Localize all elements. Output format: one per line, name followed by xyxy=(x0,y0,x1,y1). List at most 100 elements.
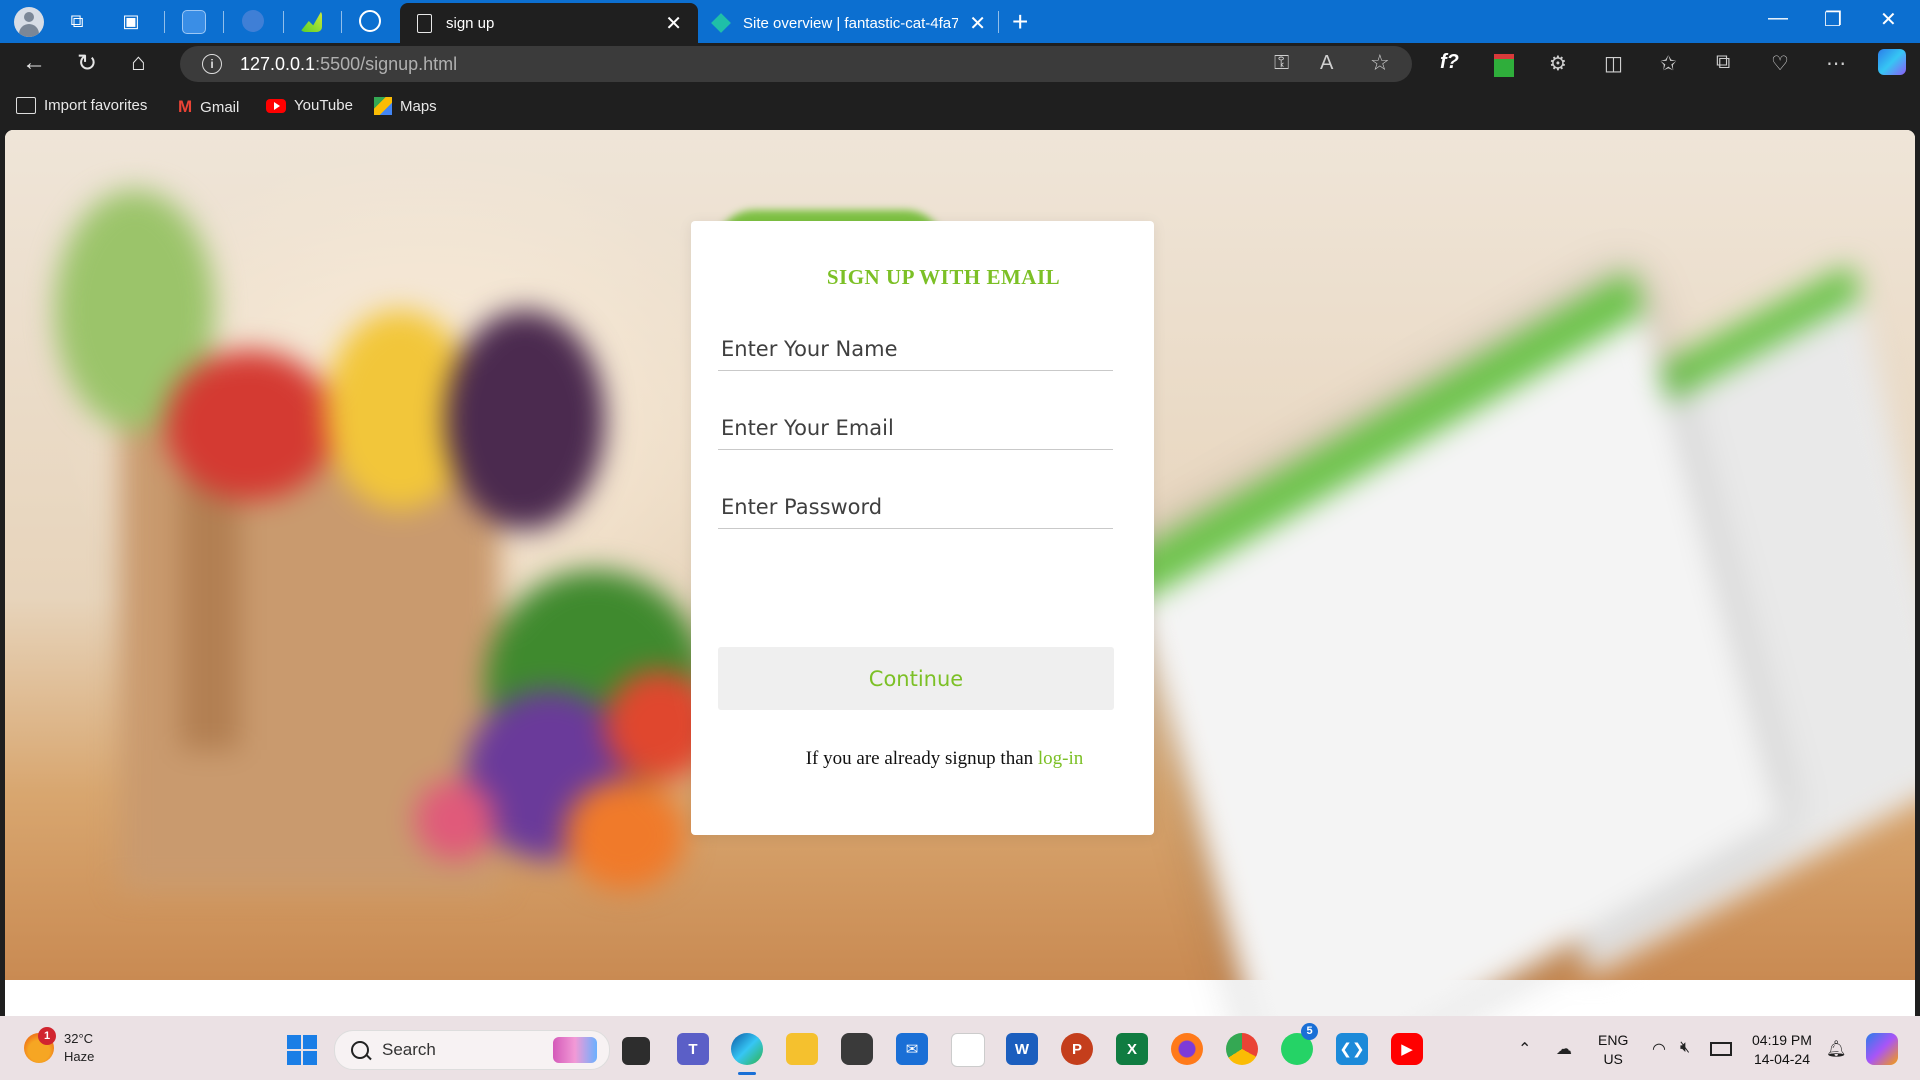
browser-title-bar: ⧉ ▣ sign up ✕ Site overview | fantastic-… xyxy=(0,0,1920,43)
pinned-tab-github-icon[interactable] xyxy=(359,10,381,32)
site-info-icon[interactable]: i xyxy=(202,54,222,74)
taskbar: 1 32°C Haze Search T ✉ W P X 5 ❮❯ ▶ ⌃ ☁ … xyxy=(0,1016,1920,1080)
divider xyxy=(998,11,999,33)
edge-icon[interactable] xyxy=(731,1033,763,1065)
minimize-icon[interactable]: — xyxy=(1768,7,1788,30)
signup-card: SIGN UP WITH EMAIL Continue If you are a… xyxy=(691,221,1154,835)
refresh-icon[interactable]: ↻ xyxy=(77,49,97,78)
gmail-icon: M xyxy=(178,97,193,116)
favorite-youtube[interactable]: YouTube xyxy=(266,97,353,114)
youtube-icon xyxy=(266,98,286,113)
browser-essentials-icon[interactable]: ♡ xyxy=(1771,51,1789,76)
pinned-tab-chart-icon[interactable] xyxy=(300,10,322,32)
read-aloud-icon[interactable]: A xyxy=(1320,52,1333,75)
notifications-bell-icon[interactable]: 🔔︎ xyxy=(1826,1039,1846,1059)
url-host: 127.0.0.1 xyxy=(240,53,316,74)
search-label: Search xyxy=(382,1040,436,1059)
clock-date: 14-04-24 xyxy=(1753,1051,1810,1067)
login-prompt: If you are already signup than log-in xyxy=(691,748,1154,770)
volume-muted-icon[interactable]: 🔇︎ xyxy=(1680,1039,1690,1057)
collections-icon[interactable]: ⧉ xyxy=(1716,51,1730,74)
slack-icon[interactable] xyxy=(951,1033,985,1067)
pinned-tab-m-icon[interactable] xyxy=(242,10,264,32)
divider xyxy=(223,11,224,33)
more-options-icon[interactable]: ⋯ xyxy=(1826,51,1846,76)
weather-widget[interactable]: 1 32°C Haze xyxy=(24,1027,94,1066)
password-input[interactable] xyxy=(718,485,1113,529)
back-icon[interactable]: ← xyxy=(22,49,46,77)
favorite-maps[interactable]: Maps xyxy=(374,97,437,115)
weather-badge: 1 xyxy=(38,1027,56,1045)
extensions-icon[interactable]: ⚙ xyxy=(1549,51,1567,76)
favorite-gmail[interactable]: M Gmail xyxy=(178,97,239,117)
search-highlight-image xyxy=(553,1037,597,1063)
active-app-indicator xyxy=(738,1072,756,1075)
show-hidden-icons[interactable]: ⌃ xyxy=(1518,1039,1531,1059)
battery-icon[interactable] xyxy=(1710,1042,1732,1056)
workspaces-icon[interactable]: ⧉ xyxy=(64,8,90,34)
name-input[interactable] xyxy=(718,327,1113,371)
address-bar[interactable]: i 127.0.0.1 :5500/signup.html ⚿ A ☆ xyxy=(180,46,1412,82)
start-windows-icon[interactable] xyxy=(287,1035,317,1065)
home-icon[interactable]: ⌂ xyxy=(131,49,146,77)
pinned-tab-icon-1[interactable] xyxy=(182,10,206,34)
page-viewport: SIGN UP WITH EMAIL Continue If you are a… xyxy=(5,130,1915,1016)
key-icon[interactable]: ⚿ xyxy=(1274,52,1289,75)
url-path: :5500/signup.html xyxy=(315,53,458,74)
calendar-extension-icon[interactable] xyxy=(1494,54,1514,77)
login-prompt-text: If you are already signup than xyxy=(805,748,1038,769)
favorites-icon[interactable]: ✩ xyxy=(1660,51,1677,76)
firefox-icon[interactable] xyxy=(1171,1033,1203,1065)
split-screen-icon[interactable]: ◫ xyxy=(1604,51,1623,76)
favorite-import[interactable]: Import favorites xyxy=(16,97,147,114)
tab-actions-icon[interactable]: ▣ xyxy=(118,8,144,34)
powerpoint-icon[interactable]: P xyxy=(1061,1033,1093,1065)
vscode-icon[interactable]: ❮❯ xyxy=(1336,1033,1368,1065)
camera-icon[interactable] xyxy=(841,1033,873,1065)
favorite-star-icon[interactable]: ☆ xyxy=(1370,50,1390,76)
netlify-icon xyxy=(711,13,731,33)
profile-avatar-icon[interactable] xyxy=(14,7,44,37)
teams-icon[interactable]: T xyxy=(677,1033,709,1065)
weather-temp: 32°C xyxy=(64,1031,94,1046)
email-input[interactable] xyxy=(718,406,1113,450)
language-indicator[interactable]: ENG US xyxy=(1598,1031,1628,1069)
divider xyxy=(164,11,165,33)
close-tab-icon[interactable]: ✕ xyxy=(665,11,682,36)
wifi-icon[interactable]: ◠ xyxy=(1652,1039,1666,1059)
system-clock[interactable]: 04:19 PM 14-04-24 xyxy=(1752,1031,1812,1069)
copilot-icon[interactable] xyxy=(1878,49,1906,75)
divider xyxy=(283,11,284,33)
login-link[interactable]: log-in xyxy=(1038,748,1083,769)
close-window-icon[interactable]: ✕ xyxy=(1880,7,1897,32)
word-icon[interactable]: W xyxy=(1006,1033,1038,1065)
signup-title: SIGN UP WITH EMAIL xyxy=(826,265,1061,289)
search-icon xyxy=(351,1041,369,1059)
formula-extension-icon[interactable]: f? xyxy=(1440,51,1459,74)
taskbar-search[interactable]: Search xyxy=(334,1030,610,1070)
favorite-label: YouTube xyxy=(294,97,353,114)
copilot-taskbar-icon[interactable] xyxy=(1866,1033,1898,1065)
continue-button[interactable]: Continue xyxy=(718,647,1114,710)
favorites-bar: Import favorites M Gmail YouTube Maps xyxy=(0,85,1920,130)
tab-title: Site overview | fantastic-cat-4fa7 xyxy=(743,14,958,32)
new-tab-icon[interactable]: + xyxy=(1012,6,1028,38)
chrome-icon[interactable] xyxy=(1226,1033,1258,1065)
import-icon xyxy=(16,97,36,114)
language-code: ENG xyxy=(1598,1032,1629,1048)
task-view-icon[interactable] xyxy=(622,1037,650,1065)
onedrive-icon[interactable]: ☁ xyxy=(1556,1039,1572,1059)
mail-icon[interactable]: ✉ xyxy=(896,1033,928,1065)
tab-site-overview[interactable]: Site overview | fantastic-cat-4fa7 ✕ xyxy=(704,3,994,43)
pepper xyxy=(565,780,685,890)
language-region: US xyxy=(1603,1051,1623,1067)
divider xyxy=(341,11,342,33)
tab-sign-up[interactable]: sign up ✕ xyxy=(400,3,698,43)
youtube-app-icon[interactable]: ▶ xyxy=(1391,1033,1423,1065)
close-tab-icon[interactable]: ✕ xyxy=(969,11,986,36)
whatsapp-icon[interactable]: 5 xyxy=(1281,1023,1318,1065)
navigation-bar: ← ↻ ⌂ i 127.0.0.1 :5500/signup.html ⚿ A … xyxy=(0,43,1920,85)
excel-icon[interactable]: X xyxy=(1116,1033,1148,1065)
file-explorer-icon[interactable] xyxy=(786,1033,818,1065)
restore-icon[interactable]: ❐ xyxy=(1824,7,1842,32)
